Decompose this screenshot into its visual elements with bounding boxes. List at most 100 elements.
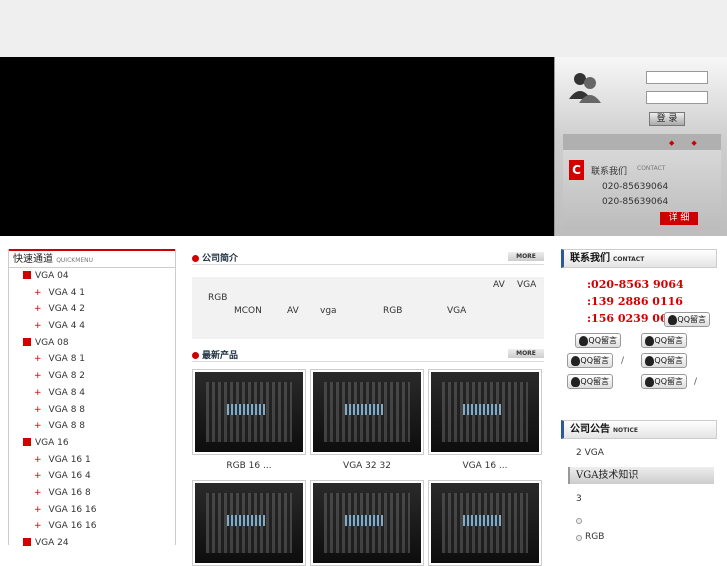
category-marker-icon xyxy=(23,337,31,346)
right-contact-title: 联系我们 xyxy=(570,253,610,264)
contact-phone-2: 020-85639064 xyxy=(602,197,669,207)
menu-category[interactable]: VGA 24 xyxy=(9,535,175,552)
menu-label: VGA 4 2 xyxy=(48,304,86,315)
qq-message-button[interactable]: QQ留言 xyxy=(567,374,613,389)
menu-label: VGA 16 16 xyxy=(48,504,97,515)
notice-title-en: NOTICE xyxy=(613,427,638,434)
menu-subitem[interactable]: + VGA 4 2 xyxy=(9,301,175,318)
menu-category[interactable]: VGA 04 xyxy=(9,268,175,285)
right-contact-header: 联系我们 CONTACT xyxy=(561,249,717,268)
product-image[interactable] xyxy=(192,480,306,566)
products-header: 最新产品 MORE xyxy=(192,347,544,362)
about-word: RGB xyxy=(208,293,228,303)
menu-subitem[interactable]: + VGA 4 4 xyxy=(9,318,175,335)
notice-title: 公司公告 xyxy=(570,424,610,435)
about-word: VGA xyxy=(447,306,467,316)
detail-button[interactable]: 详 细 xyxy=(660,212,698,225)
password-input[interactable] xyxy=(646,91,708,104)
menu-subitem[interactable]: + VGA 16 1 xyxy=(9,452,175,469)
quickmenu-title: 快速通道 xyxy=(13,254,53,265)
menu-subitem[interactable]: + VGA 8 2 xyxy=(9,368,175,385)
menu-category[interactable]: VGA 08 xyxy=(9,335,175,352)
product-image[interactable] xyxy=(192,369,306,455)
menu-label: VGA 4 4 xyxy=(48,321,86,332)
qq-message-button[interactable]: QQ留言 xyxy=(575,333,621,348)
menu-category[interactable]: VGA 16 xyxy=(9,435,175,452)
plus-icon: + xyxy=(34,471,42,482)
qq-message-button[interactable]: QQ留言 xyxy=(567,353,613,368)
menu-subitem[interactable]: + VGA 8 1 xyxy=(9,351,175,368)
bullet-icon xyxy=(192,255,199,262)
product-caption[interactable]: VGA 16 ... xyxy=(428,461,542,471)
about-word: VGA xyxy=(517,280,537,290)
about-word: RGB xyxy=(383,306,403,316)
plus-icon: + xyxy=(34,321,42,332)
quickmenu-list: VGA 04 + VGA 4 1 + VGA 4 2 + VGA 4 4 VGA 08 + VGA… xyxy=(9,268,175,552)
qq-message-button[interactable]: QQ留言 xyxy=(664,312,710,327)
menu-subitem[interactable]: + VGA 4 1 xyxy=(9,285,175,302)
notice-item[interactable]: 3 xyxy=(576,494,582,504)
category-marker-icon xyxy=(23,271,31,279)
menu-label: VGA 8 4 xyxy=(48,387,86,398)
quickmenu-title-en: QUICKMENU xyxy=(56,257,94,264)
plus-icon: + xyxy=(34,304,42,315)
login-button[interactable]: 登 录 xyxy=(649,112,685,126)
separator: / xyxy=(694,377,698,387)
products-more-link[interactable]: MORE xyxy=(508,349,544,358)
plus-icon: + xyxy=(34,504,42,515)
right-contact-title-en: CONTACT xyxy=(613,256,645,263)
product-image[interactable] xyxy=(310,369,424,455)
menu-subitem[interactable]: + VGA 8 8 xyxy=(9,402,175,419)
menu-label: VGA 16 8 xyxy=(48,487,91,498)
about-title: 公司简介 xyxy=(192,251,238,264)
product-image[interactable] xyxy=(428,369,542,455)
menu-subitem[interactable]: + VGA 16 8 xyxy=(9,485,175,502)
menu-subitem[interactable]: + VGA 16 16 xyxy=(9,518,175,535)
quickmenu-header: 快速通道 QUICKMENU xyxy=(9,249,175,268)
plus-icon: + xyxy=(34,371,42,382)
product-caption[interactable]: VGA 32 32 xyxy=(310,461,424,471)
menu-subitem[interactable]: + VGA 8 4 xyxy=(9,385,175,402)
quickmenu-sidebar: 快速通道 QUICKMENU VGA 04 + VGA 4 1 + VGA 4 2 + VG… xyxy=(8,249,176,548)
top-bar xyxy=(0,0,727,57)
plus-icon: + xyxy=(34,421,42,432)
menu-label: VGA 8 2 xyxy=(48,371,86,382)
menu-subitem[interactable]: + VGA 16 4 xyxy=(9,468,175,485)
about-header: 公司简介 MORE xyxy=(192,250,544,265)
menu-label: VGA 8 8 xyxy=(48,421,86,432)
plus-icon: + xyxy=(34,287,42,298)
about-word: vga xyxy=(320,306,337,316)
notice-item[interactable]: 2 VGA xyxy=(576,448,604,458)
plus-icon: + xyxy=(34,454,42,465)
notice-highlight-item[interactable]: VGA技术知识 xyxy=(568,467,714,484)
plus-icon: + xyxy=(34,404,42,415)
product-caption[interactable]: RGB 16 ... xyxy=(192,461,306,471)
menu-label: VGA 16 16 xyxy=(48,521,97,532)
menu-label: VGA 16 4 xyxy=(48,471,91,482)
plus-icon: + xyxy=(34,387,42,398)
login-panel: 登 录 ◆◆ C 联系我们 CONTACT 020-85639064 020-8… xyxy=(554,57,727,236)
product-image[interactable] xyxy=(428,480,542,566)
right-phone-2: :139 2886 0116 xyxy=(587,295,683,308)
menu-subitem[interactable]: + VGA 16 16 xyxy=(9,502,175,519)
notice-item[interactable]: RGB xyxy=(585,532,604,542)
menu-label: VGA 4 1 xyxy=(48,287,86,298)
qq-message-button[interactable]: QQ留言 xyxy=(641,353,687,368)
contact-phone-1: 020-85639064 xyxy=(602,182,669,192)
notice-header: 公司公告 NOTICE xyxy=(561,420,717,439)
username-input[interactable] xyxy=(646,71,708,84)
about-more-link[interactable]: MORE xyxy=(508,252,544,261)
decor-dots: ◆◆ xyxy=(669,139,714,147)
menu-label: VGA 08 xyxy=(35,337,69,348)
product-image[interactable] xyxy=(310,480,424,566)
qq-message-button[interactable]: QQ留言 xyxy=(641,374,687,389)
about-word: AV xyxy=(287,306,299,316)
user-avatar-icon xyxy=(569,73,601,103)
bullet-icon xyxy=(192,352,199,359)
menu-label: VGA 8 8 xyxy=(48,404,86,415)
about-word: MCON xyxy=(234,306,262,316)
menu-subitem[interactable]: + VGA 8 8 xyxy=(9,418,175,435)
right-phone-1: :020-8563 9064 xyxy=(587,278,684,291)
category-marker-icon xyxy=(23,437,31,446)
qq-message-button[interactable]: QQ留言 xyxy=(641,333,687,348)
